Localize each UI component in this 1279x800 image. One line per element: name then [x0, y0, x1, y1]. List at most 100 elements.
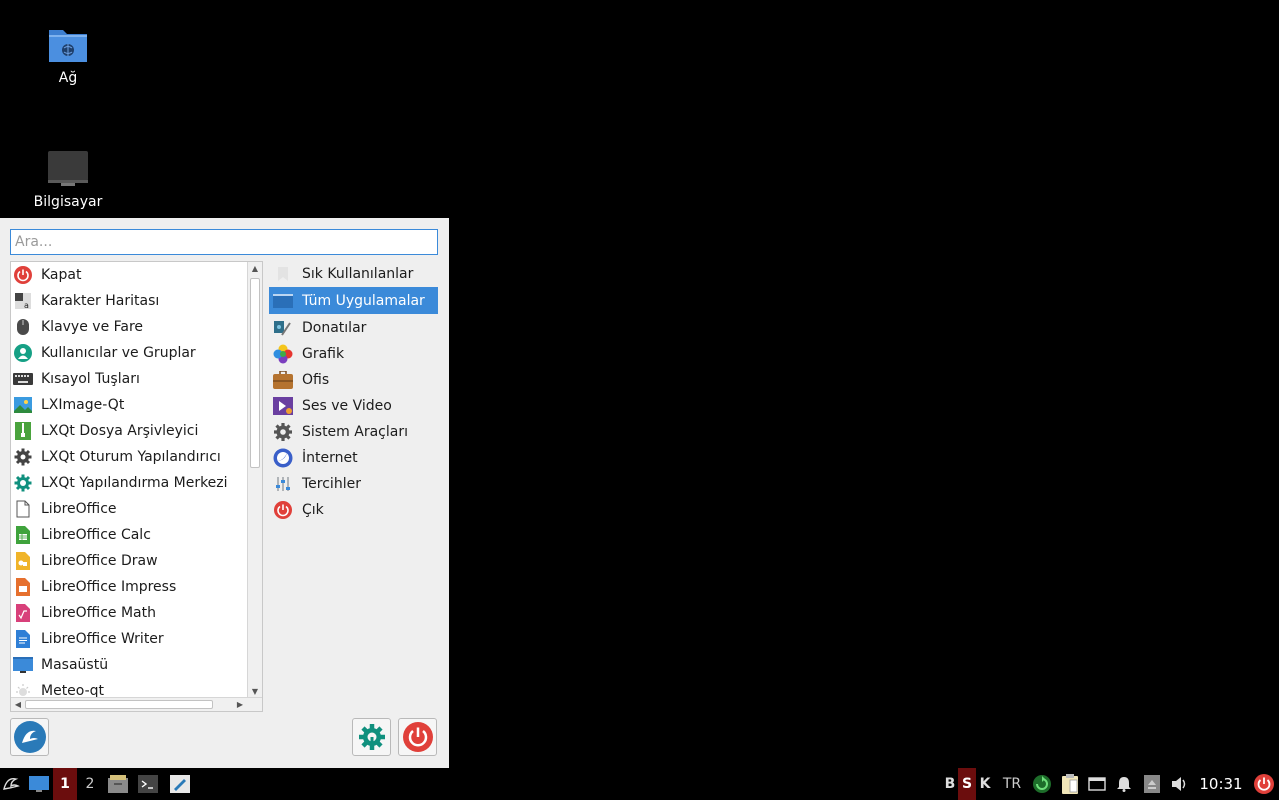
scroll-up-arrow-icon[interactable]: ▲ — [248, 262, 262, 276]
app-item-label: Karakter Haritası — [41, 293, 160, 309]
workspace-1[interactable]: 1 — [53, 768, 77, 800]
category-preferences[interactable]: Tercihler — [269, 471, 438, 497]
app-item-label: LibreOffice Calc — [41, 527, 151, 543]
category-all-apps[interactable]: Tüm Uygulamalar — [269, 287, 438, 314]
speaker-icon — [1172, 777, 1186, 791]
notifications[interactable] — [1112, 768, 1136, 800]
power-icon — [402, 722, 433, 752]
power-icon — [13, 265, 33, 285]
show-desktop-button[interactable] — [26, 768, 52, 800]
app-item-label: LibreOffice Writer — [41, 631, 164, 647]
app-item-impress[interactable]: LibreOffice Impress — [11, 574, 247, 600]
text-editor-icon — [170, 775, 190, 793]
file-manager-icon — [108, 775, 128, 793]
app-item-writer[interactable]: LibreOffice Writer — [11, 626, 247, 652]
lxqt-logo-icon — [3, 778, 20, 790]
app-item-draw[interactable]: LibreOffice Draw — [11, 548, 247, 574]
config-center-button[interactable] — [352, 718, 391, 756]
app-item-arsivleyici[interactable]: LXQt Dosya Arşivleyici — [11, 418, 247, 444]
eject-icon — [1144, 775, 1160, 793]
app-item-label: LibreOffice Draw — [41, 553, 158, 569]
category-list: Sık Kullanılanlar Tüm Uygulamalar Donatı… — [269, 261, 438, 523]
keyboard-layout[interactable]: TR — [999, 768, 1025, 800]
category-label: Ses ve Video — [302, 398, 392, 414]
category-exit[interactable]: Çık — [269, 497, 438, 523]
app-item-oturum[interactable]: LXQt Oturum Yapılandırıcı — [11, 444, 247, 470]
config-center-icon — [358, 724, 385, 750]
kbd-indicator-k[interactable]: K — [977, 768, 993, 800]
scroll-right-arrow-icon[interactable]: ▶ — [233, 698, 247, 711]
refresh-icon — [1033, 775, 1051, 793]
volume-control[interactable] — [1168, 768, 1192, 800]
app-item-meteo[interactable]: Meteo-qt — [11, 678, 247, 699]
workspace-2[interactable]: 2 — [79, 768, 101, 800]
app-item-libreoffice[interactable]: LibreOffice — [11, 496, 247, 522]
app-list: Kapat a Karakter Haritası Klavye ve Fare… — [10, 261, 263, 712]
app-item-kapat[interactable]: Kapat — [11, 262, 247, 288]
category-favorites[interactable]: Sık Kullanılanlar — [269, 261, 438, 287]
mouse-icon — [13, 317, 33, 337]
category-office[interactable]: Ofis — [269, 367, 438, 393]
category-label: Sık Kullanılanlar — [302, 266, 414, 282]
app-item-yapilandirma[interactable]: LXQt Yapılandırma Merkezi — [11, 470, 247, 496]
all-apps-icon — [273, 291, 293, 311]
app-item-masaustu[interactable]: Masaüstü — [11, 652, 247, 678]
workspace-label: 1 — [60, 776, 70, 792]
removable-media[interactable] — [1140, 768, 1164, 800]
app-list-vertical-scrollbar[interactable]: ▲ ▼ — [247, 262, 262, 699]
category-accessories[interactable]: Donatılar — [269, 315, 438, 341]
category-graphics[interactable]: Grafik — [269, 341, 438, 367]
category-multimedia[interactable]: Ses ve Video — [269, 393, 438, 419]
app-item-klavye-fare[interactable]: Klavye ve Fare — [11, 314, 247, 340]
app-item-label: Kullanıcılar ve Gruplar — [41, 345, 196, 361]
users-icon — [13, 343, 33, 363]
category-label: Grafik — [302, 346, 345, 362]
scroll-thumb[interactable] — [25, 700, 213, 709]
kbd-indicator-label: S — [961, 776, 973, 792]
app-item-lximage[interactable]: LXImage-Qt — [11, 392, 247, 418]
app-list-horizontal-scrollbar[interactable]: ◀ ▶ — [11, 697, 262, 711]
main-menu-button[interactable] — [0, 768, 22, 800]
scroll-thumb[interactable] — [250, 278, 260, 468]
archiver-icon — [13, 421, 33, 441]
gear-icon — [13, 447, 33, 467]
desktop-icon-label: Bilgisayar — [33, 194, 103, 210]
app-item-label: LibreOffice — [41, 501, 117, 517]
scroll-left-arrow-icon[interactable]: ◀ — [11, 698, 25, 711]
graphics-icon — [273, 344, 293, 364]
update-notifier[interactable] — [1030, 768, 1054, 800]
category-system-tools[interactable]: Sistem Araçları — [269, 419, 438, 445]
app-item-karakter-haritasi[interactable]: a Karakter Haritası — [11, 288, 247, 314]
app-item-label: LibreOffice Impress — [41, 579, 177, 595]
clock-label: 10:31 — [1199, 775, 1243, 793]
screen-tray-item[interactable] — [1085, 768, 1109, 800]
desktop-icon-network[interactable]: Ağ — [13, 26, 123, 86]
app-item-label: Kapat — [41, 267, 82, 283]
kbd-indicator-s[interactable]: S — [958, 768, 976, 800]
app-item-kullanicilar[interactable]: Kullanıcılar ve Gruplar — [11, 340, 247, 366]
desktop-icon-computer[interactable]: Bilgisayar — [13, 150, 123, 210]
quicklaunch-terminal[interactable] — [135, 768, 161, 800]
lxqt-about-button[interactable] — [10, 718, 49, 756]
category-label: Donatılar — [302, 320, 367, 336]
math-icon — [13, 603, 33, 623]
power-button[interactable] — [398, 718, 437, 756]
quicklaunch-file-manager[interactable] — [105, 768, 131, 800]
quicklaunch-text-editor[interactable] — [167, 768, 193, 800]
app-item-label: Masaüstü — [41, 657, 109, 673]
category-internet[interactable]: İnternet — [269, 445, 438, 471]
terminal-icon — [138, 775, 158, 793]
app-item-label: Klavye ve Fare — [41, 319, 144, 335]
kbd-indicator-b[interactable]: B — [942, 768, 958, 800]
app-item-label: LibreOffice Math — [41, 605, 156, 621]
config-center-icon — [13, 473, 33, 493]
app-item-label: LXQt Yapılandırma Merkezi — [41, 475, 228, 491]
app-item-math[interactable]: LibreOffice Math — [11, 600, 247, 626]
clock[interactable]: 10:31 — [1196, 768, 1246, 800]
app-item-calc[interactable]: LibreOffice Calc — [11, 522, 247, 548]
search-input[interactable] — [10, 229, 438, 255]
clipboard-manager[interactable] — [1058, 768, 1082, 800]
taskbar-power-button[interactable] — [1251, 768, 1277, 800]
office-icon — [273, 370, 293, 390]
app-item-kisayol[interactable]: Kısayol Tuşları — [11, 366, 247, 392]
